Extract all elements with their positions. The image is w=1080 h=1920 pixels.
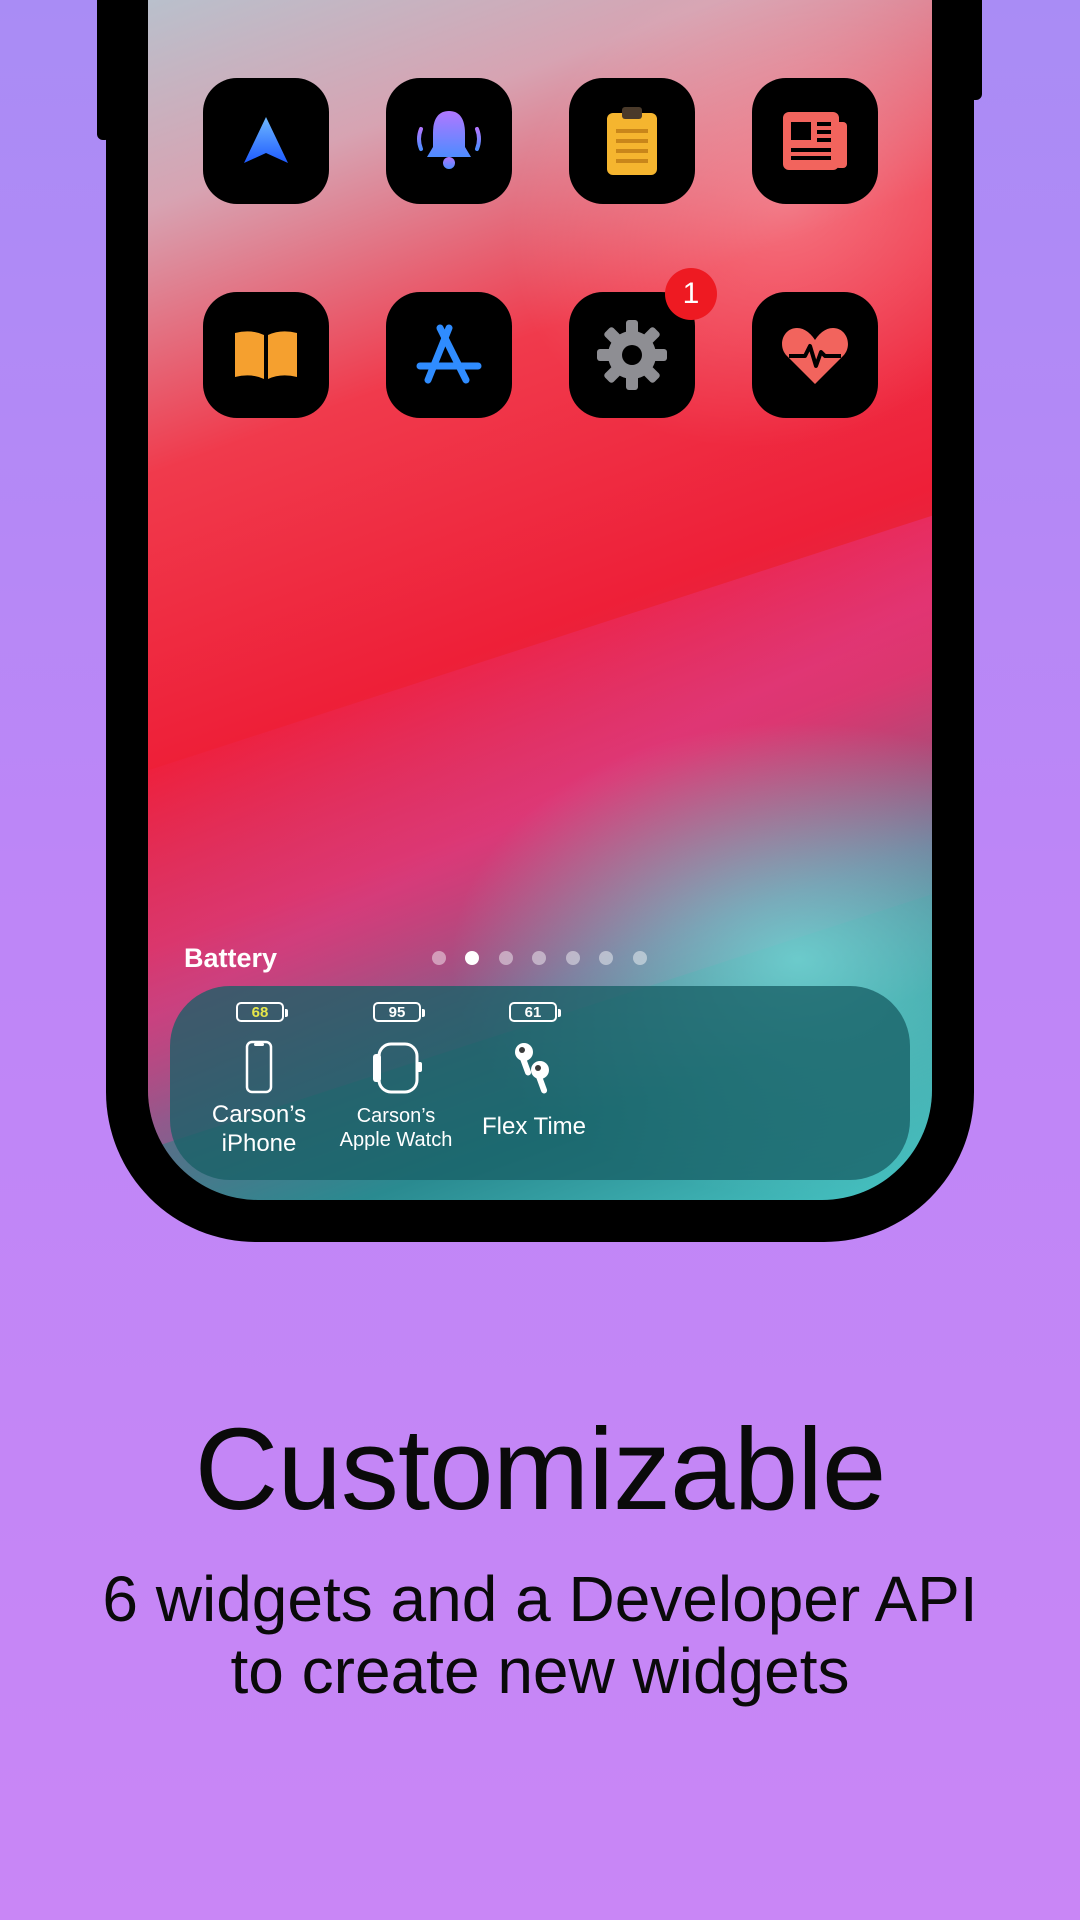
device-label: Carson’s iPhone <box>179 1101 339 1159</box>
device-label: Flex Time <box>454 1113 614 1142</box>
page-dot[interactable] <box>566 951 580 965</box>
subtitle-line-2: to create new widgets <box>230 1635 850 1707</box>
battery-percent: 95 <box>388 1003 406 1021</box>
page-dot[interactable] <box>532 951 546 965</box>
notifications-app[interactable] <box>386 78 512 204</box>
battery-percent: 61 <box>524 1003 542 1021</box>
newspaper-icon <box>783 112 847 170</box>
widget-title: Battery <box>184 943 278 973</box>
device-label-line2: iPhone <box>221 1129 297 1157</box>
gear-icon <box>597 320 667 390</box>
subtitle-line-1: 6 widgets and a Developer API <box>102 1563 978 1635</box>
battery-level-badge: 95 <box>373 1002 425 1022</box>
airpods-icon <box>515 1043 549 1094</box>
page-dot[interactable] <box>633 951 647 965</box>
battery-level-badge: 61 <box>509 1002 561 1022</box>
location-arrow-icon <box>244 117 288 163</box>
clipboard-icon <box>607 107 657 175</box>
settings-notification-badge: 1 <box>665 268 717 320</box>
health-app[interactable] <box>752 292 878 418</box>
app-store-icon <box>416 324 482 384</box>
page-dot[interactable] <box>499 951 513 965</box>
heart-pulse-icon <box>782 328 848 384</box>
apple-watch-icon <box>373 1042 422 1094</box>
news-app[interactable] <box>752 78 878 204</box>
iphone-icon <box>245 1040 273 1094</box>
device-label-line1: Carson’s <box>356 1105 436 1127</box>
device-label-line2: Apple Watch <box>339 1129 453 1151</box>
battery-level-badge: 68 <box>236 1002 288 1022</box>
page-dot-active[interactable] <box>465 951 479 965</box>
page-dot[interactable] <box>599 951 613 965</box>
headline: Customizable <box>194 1404 887 1534</box>
battery-percent: 68 <box>251 1003 269 1021</box>
books-app[interactable] <box>203 292 329 418</box>
page-dot[interactable] <box>432 951 446 965</box>
device-label-line1: Carson’s <box>211 1101 307 1128</box>
app-store-app[interactable] <box>386 292 512 418</box>
device-label: Carson’s Apple Watch <box>316 1104 476 1152</box>
clipboard-app[interactable] <box>569 78 695 204</box>
navigation-app[interactable] <box>203 78 329 204</box>
device-label-line1: Flex Time <box>481 1113 586 1140</box>
home-screen: 1 Battery 68 Carson’s iPhone 95 Carson’s… <box>148 0 932 1200</box>
bell-icon <box>417 111 481 169</box>
book-icon <box>235 331 297 379</box>
